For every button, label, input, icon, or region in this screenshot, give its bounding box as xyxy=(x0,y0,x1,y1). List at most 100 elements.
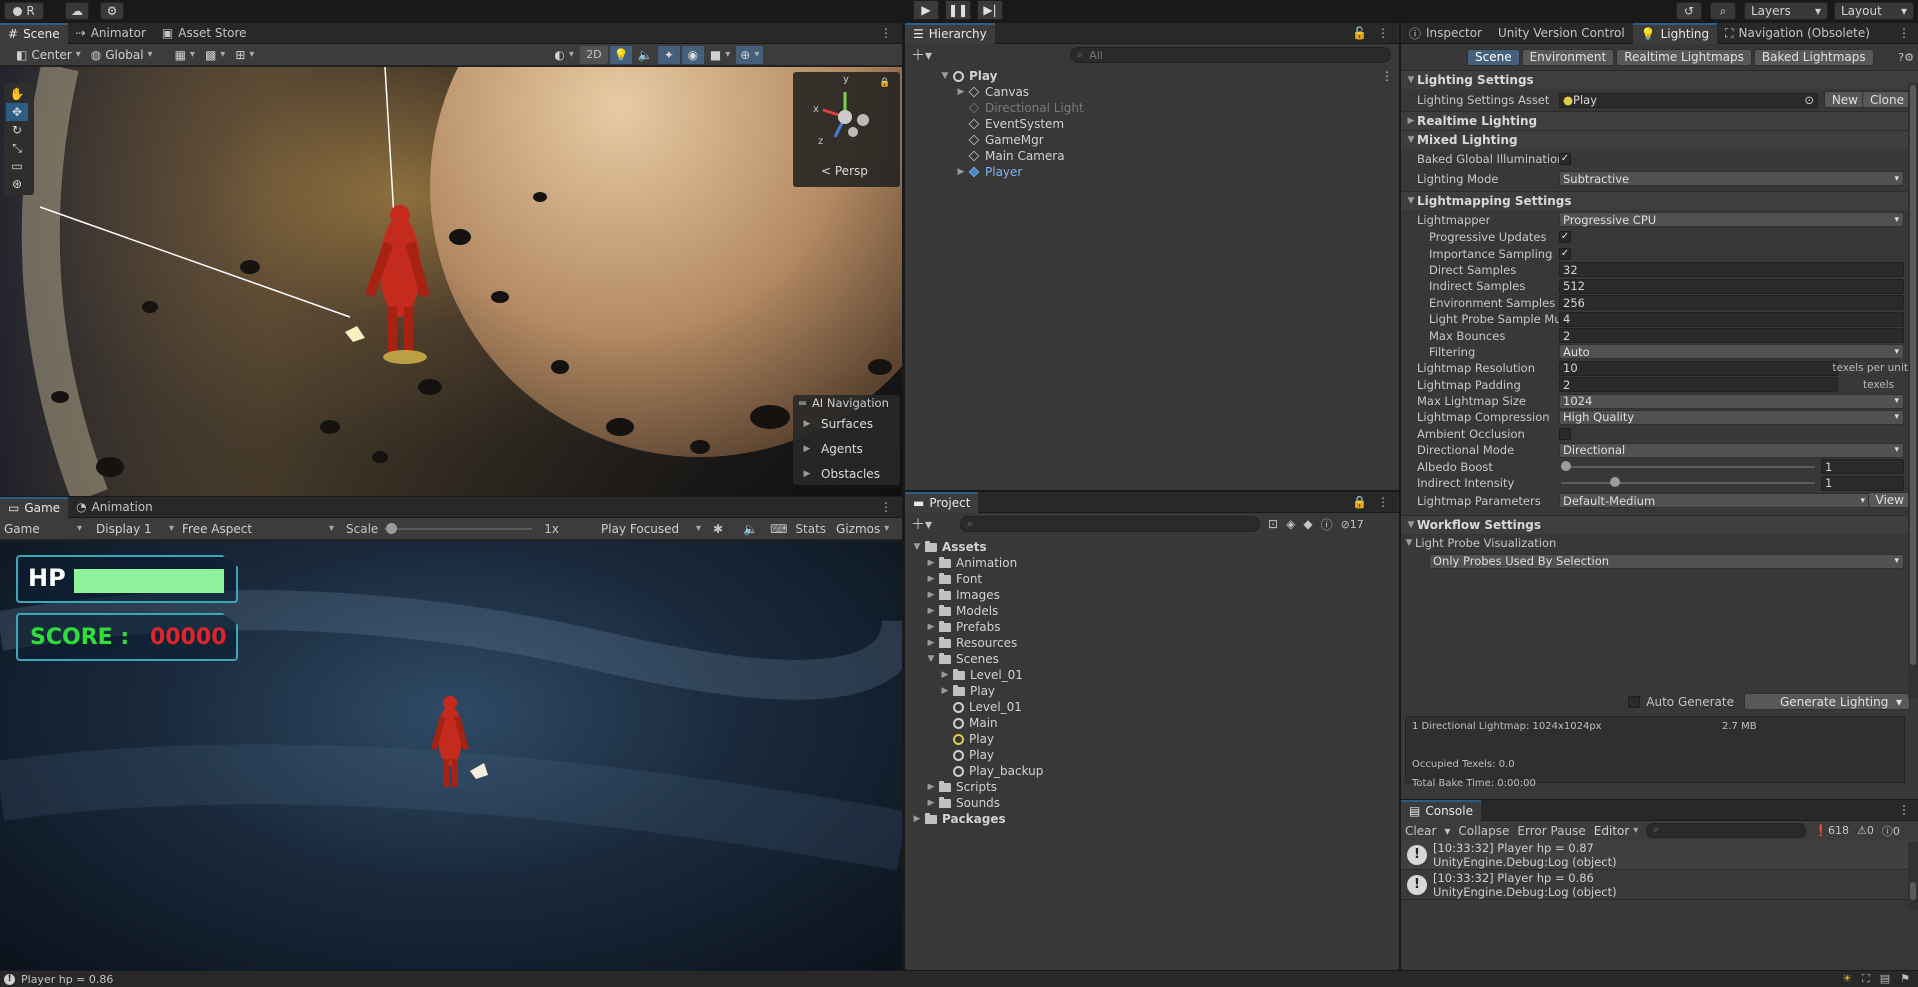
folder-item[interactable]: ▶ Packages xyxy=(905,811,1399,827)
display-dropdown[interactable]: Display 1 xyxy=(92,520,178,538)
add-icon[interactable]: ＋▾ xyxy=(911,45,932,65)
label-icon[interactable]: ◆ xyxy=(1303,517,1312,531)
info-icon[interactable]: ⓘ xyxy=(1321,516,1333,533)
ai-nav-agents[interactable]: ▶ Agents xyxy=(793,436,900,461)
collapse-icon[interactable]: ▼ xyxy=(925,654,937,664)
collapse-icon[interactable]: ▼ xyxy=(1403,538,1415,548)
probe-multiplier-field[interactable]: 4 xyxy=(1559,311,1904,327)
new-button[interactable]: New xyxy=(1823,91,1866,108)
hierarchy-item[interactable]: GameMgr xyxy=(905,132,1399,148)
game-mode-dropdown[interactable]: Game xyxy=(0,520,86,538)
hierarchy-item[interactable]: ▶ Canvas xyxy=(905,84,1399,100)
expand-icon[interactable]: ▶ xyxy=(925,798,937,808)
audio-toggle[interactable]: 🔈 xyxy=(634,46,656,64)
albedo-slider-knob[interactable] xyxy=(1561,460,1571,471)
lighting-mode-dropdown[interactable]: Subtractive xyxy=(1559,171,1904,186)
expand-icon[interactable]: ▶ xyxy=(939,670,951,680)
network-icon[interactable]: ⛶ xyxy=(1862,972,1870,986)
folder-item[interactable]: ▼ Assets xyxy=(905,539,1399,555)
section-realtime-lighting[interactable]: ▶ Realtime Lighting xyxy=(1401,111,1918,130)
tab-project[interactable]: ▬ Project xyxy=(905,491,979,513)
mute-icon[interactable]: 🔈 xyxy=(743,522,758,536)
console-entry[interactable]: ! [10:33:32] Player hp = 0.87 UnityEngine.… xyxy=(1401,840,1918,870)
ao-checkbox[interactable] xyxy=(1559,427,1571,440)
filter-icon[interactable]: ◈ xyxy=(1286,517,1295,531)
padding-field[interactable]: 2 xyxy=(1559,377,1838,393)
filtering-dropdown[interactable]: Auto xyxy=(1559,344,1904,360)
auto-generate-checkbox[interactable] xyxy=(1628,695,1641,708)
rotate-tool[interactable]: ↻ xyxy=(6,121,28,139)
console-menu-icon[interactable]: ⋮ xyxy=(1898,803,1918,817)
subtab-scene[interactable]: Scene xyxy=(1467,48,1520,66)
ai-nav-header[interactable]: ═ AI Navigation xyxy=(793,395,900,411)
compression-dropdown[interactable]: High Quality xyxy=(1559,409,1904,425)
expand-icon[interactable]: ▶ xyxy=(925,590,937,600)
gizmos-dropdown[interactable]: ⊕ xyxy=(736,45,764,64)
indirect-slider-knob[interactable] xyxy=(1609,477,1620,488)
baked-gi-checkbox[interactable]: ✓ xyxy=(1559,153,1571,165)
stats-button[interactable]: Stats xyxy=(795,522,826,536)
tab-scene[interactable]: # Scene xyxy=(0,22,68,44)
project-menu-icon[interactable]: ⋮ xyxy=(1377,495,1389,509)
cloud-button[interactable]: ☁ xyxy=(65,2,89,20)
inspector-menu-icon[interactable]: ⋮ xyxy=(1898,26,1918,40)
folder-item[interactable]: ▶ Play xyxy=(905,683,1399,699)
clear-options-icon[interactable]: ▾ xyxy=(1444,824,1450,838)
game-menu-icon[interactable]: ⋮ xyxy=(880,500,902,514)
pivot-dropdown[interactable]: ◧ Center xyxy=(12,46,85,64)
scene-asset-item[interactable]: Level_01 xyxy=(905,699,1399,715)
layout-dropdown[interactable]: Layout ▾ xyxy=(1834,2,1914,20)
root-menu-icon[interactable]: ⋮ xyxy=(1381,69,1393,83)
hidden-count[interactable]: ⊘17 xyxy=(1341,518,1364,531)
console-search-input[interactable]: ⌕ xyxy=(1646,823,1807,838)
status-message[interactable]: Player hp = 0.86 xyxy=(21,973,113,986)
scene-asset-item[interactable]: Play xyxy=(905,747,1399,763)
indirect-intensity-field[interactable]: 1 xyxy=(1821,475,1904,491)
scene-asset-item[interactable]: Play_backup xyxy=(905,763,1399,779)
debug-icon[interactable]: ⚑ xyxy=(1900,972,1910,986)
scale-slider[interactable] xyxy=(384,522,533,536)
clear-button[interactable]: Clear xyxy=(1405,824,1436,838)
effects-dropdown[interactable]: ✦ xyxy=(657,45,680,64)
scene-asset-item[interactable]: Main xyxy=(905,715,1399,731)
rect-tool[interactable]: ▭ xyxy=(6,157,28,175)
indirect-samples-field[interactable]: 512 xyxy=(1559,278,1904,294)
scene-menu-icon[interactable]: ⋮ xyxy=(880,26,902,40)
folder-item[interactable]: ▶ Level_01 xyxy=(905,667,1399,683)
tab-lighting[interactable]: 💡 Lighting xyxy=(1632,22,1718,44)
transform-tool[interactable]: ⊛ xyxy=(6,175,28,193)
section-lighting-settings[interactable]: ▼ Lighting Settings xyxy=(1401,70,1918,89)
scene-asset-item[interactable]: Play xyxy=(905,731,1399,747)
expand-icon[interactable]: ▶ xyxy=(925,638,937,648)
move-tool[interactable]: ✥ xyxy=(6,103,28,121)
scale-tool[interactable]: ⤡ xyxy=(6,139,28,157)
direct-samples-field[interactable]: 32 xyxy=(1559,262,1904,278)
step-button[interactable]: ▶| xyxy=(977,0,1003,20)
error-count[interactable]: ⓘ0 xyxy=(1882,823,1900,839)
albedo-slider[interactable] xyxy=(1561,460,1815,473)
console-scroll-thumb[interactable] xyxy=(1910,882,1916,900)
ai-nav-obstacles[interactable]: ▶ Obstacles xyxy=(793,461,900,486)
expand-icon[interactable]: ▶ xyxy=(925,558,937,568)
expand-icon[interactable]: ▶ xyxy=(925,606,937,616)
section-lightmapping[interactable]: ▼ Lightmapping Settings xyxy=(1401,191,1918,210)
cache-icon[interactable]: ▤ xyxy=(1880,972,1890,986)
ai-nav-surfaces[interactable]: ▶ Surfaces xyxy=(793,411,900,436)
albedo-field[interactable]: 1 xyxy=(1821,459,1904,475)
subtab-baked-lightmaps[interactable]: Baked Lightmaps xyxy=(1753,48,1874,66)
expand-icon[interactable]: ▶ xyxy=(911,814,923,824)
section-mixed-lighting[interactable]: ▼ Mixed Lighting xyxy=(1401,130,1918,149)
resolution-field[interactable]: 10 xyxy=(1559,360,1838,376)
folder-item[interactable]: ▼ Scenes xyxy=(905,651,1399,667)
folder-item[interactable]: ▶ Sounds xyxy=(905,795,1399,811)
history-button[interactable]: ↺ xyxy=(1676,2,1702,20)
expand-icon[interactable]: ▶ xyxy=(925,622,937,632)
probe-vis-dropdown[interactable]: Only Probes Used By Selection xyxy=(1429,553,1904,569)
expand-icon[interactable]: ▶ xyxy=(925,782,937,792)
lock-icon[interactable]: 🔒 xyxy=(1352,495,1367,509)
tab-hierarchy[interactable]: ☰ Hierarchy xyxy=(905,22,995,44)
env-samples-field[interactable]: 256 xyxy=(1559,295,1904,311)
console-entry[interactable]: ! [10:33:32] Player hp = 0.86 UnityEngine.… xyxy=(1401,870,1918,900)
visibility-toggle[interactable]: ◉ xyxy=(681,45,704,64)
tab-game[interactable]: ▭ Game xyxy=(0,496,69,518)
